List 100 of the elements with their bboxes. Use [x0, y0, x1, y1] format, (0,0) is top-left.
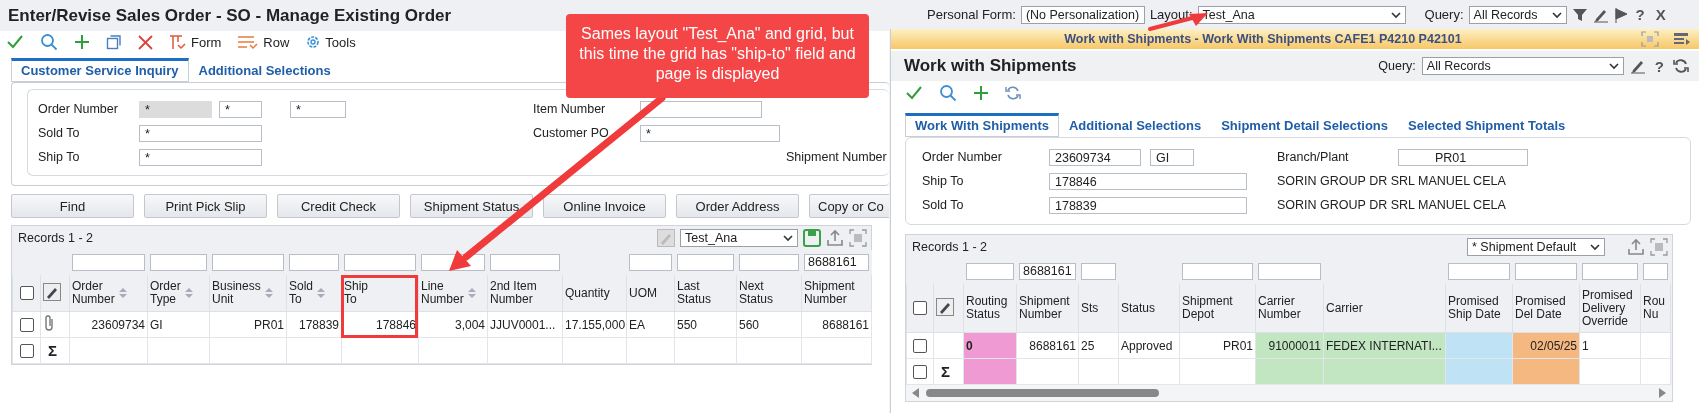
- column-header[interactable]: Business Unit: [209, 274, 287, 312]
- column-header[interactable]: Promised Del Date: [1512, 283, 1580, 333]
- filter-field[interactable]: [344, 254, 416, 271]
- filter-field[interactable]: [1515, 263, 1577, 280]
- horizontal-scrollbar[interactable]: [906, 385, 1672, 401]
- layout-dropdown[interactable]: Test_Ana: [680, 229, 798, 247]
- select-all-checkbox[interactable]: [913, 301, 927, 315]
- tab[interactable]: Shipment Detail Selections: [1211, 113, 1399, 137]
- personal-form-dropdown[interactable]: (No Personalization): [1020, 5, 1145, 24]
- row-checkbox[interactable]: [19, 317, 34, 332]
- search-icon[interactable]: [939, 84, 957, 102]
- fullscreen-icon[interactable]: [849, 229, 867, 247]
- filter-field[interactable]: 8688161: [1019, 263, 1076, 280]
- column-header[interactable]: Line Number: [418, 274, 488, 312]
- add-icon[interactable]: [973, 85, 989, 101]
- column-header[interactable]: Sold To: [286, 274, 342, 312]
- column-header[interactable]: Quantity: [562, 274, 627, 312]
- action-button[interactable]: Shipment Status: [410, 194, 533, 218]
- column-header[interactable]: Shipment Number: [1016, 283, 1079, 333]
- scroll-left-icon[interactable]: [912, 388, 920, 398]
- input-field[interactable]: 178839: [1049, 196, 1247, 214]
- query-dropdown[interactable]: All Records: [1421, 57, 1624, 75]
- input-field[interactable]: GI: [1150, 148, 1194, 166]
- filter-field[interactable]: [289, 254, 339, 271]
- filter-field[interactable]: [1081, 263, 1116, 280]
- column-header[interactable]: 2nd Item Number: [487, 274, 563, 312]
- export-icon[interactable]: [1627, 238, 1645, 256]
- filter-field[interactable]: [150, 254, 207, 271]
- scroll-right-icon[interactable]: [1658, 388, 1666, 398]
- input-field[interactable]: 23609734: [1049, 148, 1141, 166]
- column-header[interactable]: Shipment Depot: [1179, 283, 1256, 333]
- tab[interactable]: Additional Selections: [188, 58, 341, 82]
- filter-field[interactable]: [629, 254, 672, 271]
- window-menu-icon[interactable]: [1673, 31, 1691, 47]
- sort-icon[interactable]: [263, 286, 274, 300]
- filter-icon[interactable]: [1571, 6, 1588, 23]
- fullscreen-icon[interactable]: [1650, 238, 1668, 256]
- check-icon[interactable]: [905, 85, 923, 101]
- help-icon[interactable]: ?: [1654, 57, 1664, 75]
- column-header[interactable]: Next Status: [736, 274, 802, 312]
- action-button[interactable]: Print Pick Slip: [144, 194, 267, 218]
- column-header[interactable]: Order Type: [147, 274, 210, 312]
- filter-field[interactable]: [677, 254, 734, 271]
- row-menu[interactable]: Row: [237, 34, 290, 50]
- action-button[interactable]: Find: [11, 194, 134, 218]
- edit-grid-icon[interactable]: [936, 297, 954, 316]
- sort-icon[interactable]: [117, 286, 128, 300]
- column-header[interactable]: Shipment Number: [801, 274, 872, 312]
- input-field[interactable]: *: [640, 124, 780, 142]
- tab[interactable]: Selected Shipment Totals: [1398, 113, 1576, 137]
- grid-format-dropdown[interactable]: * Shipment Default: [1467, 238, 1605, 256]
- column-header[interactable]: Carrier Number: [1255, 283, 1324, 333]
- column-header[interactable]: Last Status: [674, 274, 737, 312]
- layout-dropdown[interactable]: Test_Ana: [1197, 5, 1406, 24]
- sort-icon[interactable]: [183, 286, 194, 300]
- column-header[interactable]: UOM: [626, 274, 675, 312]
- edit-grid-icon[interactable]: [43, 282, 61, 301]
- flag-icon[interactable]: [1613, 6, 1628, 23]
- paperclip-icon[interactable]: [43, 314, 55, 332]
- input-field[interactable]: PR01: [1398, 148, 1528, 166]
- pencil-icon[interactable]: [1629, 58, 1646, 74]
- column-header[interactable]: Promised Ship Date: [1445, 283, 1513, 333]
- form-menu[interactable]: Form: [169, 34, 222, 50]
- add-icon[interactable]: [74, 34, 90, 50]
- tools-menu[interactable]: Tools: [305, 34, 356, 50]
- help-icon[interactable]: ?: [1635, 6, 1645, 23]
- refresh-icon[interactable]: [1005, 85, 1021, 101]
- tab[interactable]: Additional Selections: [1059, 113, 1212, 137]
- input-field[interactable]: *: [139, 124, 262, 142]
- delete-icon[interactable]: [138, 34, 153, 50]
- input-field[interactable]: [640, 100, 762, 118]
- filter-field[interactable]: [490, 254, 560, 271]
- input-field[interactable]: *: [290, 100, 346, 118]
- refresh-icon[interactable]: [1673, 58, 1689, 74]
- sort-icon[interactable]: [466, 286, 477, 300]
- row-checkbox[interactable]: [913, 364, 927, 379]
- row-checkbox[interactable]: [913, 338, 927, 353]
- row-checkbox[interactable]: [19, 343, 34, 358]
- select-all-checkbox[interactable]: [19, 286, 34, 300]
- filter-field[interactable]: [1258, 263, 1321, 280]
- column-header[interactable]: Order Number: [69, 274, 148, 312]
- action-button[interactable]: Order Address: [676, 194, 799, 218]
- action-button[interactable]: Credit Check: [277, 194, 400, 218]
- fullscreen-icon[interactable]: [1641, 31, 1659, 47]
- input-field[interactable]: *: [139, 148, 262, 166]
- column-header[interactable]: Sts: [1078, 283, 1119, 333]
- column-header[interactable]: Carrier: [1323, 283, 1446, 333]
- action-button[interactable]: Online Invoice: [543, 194, 666, 218]
- query-dropdown[interactable]: All Records: [1468, 5, 1567, 24]
- filter-field[interactable]: [1643, 263, 1668, 280]
- check-icon[interactable]: [6, 34, 24, 50]
- tab[interactable]: Customer Service Inquiry: [11, 58, 189, 82]
- tab[interactable]: Work With Shipments: [905, 113, 1059, 137]
- search-icon[interactable]: [40, 33, 58, 51]
- column-header[interactable]: Routing Status: [963, 283, 1017, 333]
- input-field[interactable]: *: [219, 100, 262, 118]
- filter-field[interactable]: [212, 254, 284, 271]
- column-header[interactable]: Status: [1118, 283, 1180, 333]
- column-header[interactable]: Promised Delivery Override: [1579, 283, 1641, 333]
- filter-field[interactable]: [966, 263, 1014, 280]
